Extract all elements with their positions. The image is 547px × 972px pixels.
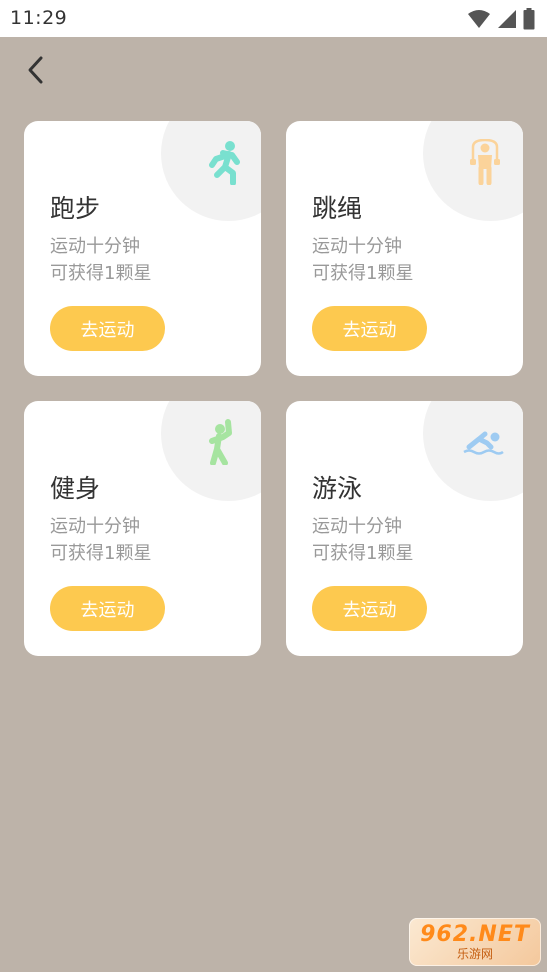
- card-description: 运动十分钟 可获得1颗星: [312, 513, 413, 567]
- card-desc-line: 运动十分钟: [50, 236, 140, 257]
- card-description: 运动十分钟 可获得1颗星: [312, 233, 413, 287]
- card-desc-line: 运动十分钟: [312, 516, 402, 537]
- status-time: 11:29: [10, 7, 68, 29]
- card-desc-line: 可获得1颗星: [50, 263, 152, 284]
- card-description: 运动十分钟 可获得1颗星: [50, 233, 151, 287]
- back-arrow-icon: [28, 56, 43, 84]
- card-fitness: 健身 运动十分钟 可获得1颗星 去运动: [24, 401, 261, 656]
- card-description: 运动十分钟 可获得1颗星: [50, 513, 151, 567]
- watermark-logo-text: 962.NET: [420, 922, 530, 947]
- card-title: 健身: [50, 474, 101, 503]
- go-exercise-button[interactable]: 去运动: [50, 306, 165, 351]
- go-exercise-button[interactable]: 去运动: [50, 586, 165, 631]
- back-button[interactable]: [18, 52, 54, 88]
- card-title: 游泳: [312, 474, 363, 503]
- card-desc-line: 可获得1颗星: [312, 263, 414, 284]
- battery-icon: [523, 8, 535, 30]
- go-exercise-button[interactable]: 去运动: [312, 586, 427, 631]
- fitness-icon: [209, 419, 232, 465]
- status-bar: 11:29: [0, 0, 547, 37]
- watermark-logo: 962.NET 乐游网: [409, 918, 541, 966]
- card-desc-line: 可获得1颗星: [50, 543, 152, 564]
- wifi-icon: [468, 10, 490, 28]
- card-desc-line: 运动十分钟: [50, 516, 140, 537]
- card-title: 跑步: [50, 194, 101, 223]
- running-icon: [209, 141, 240, 185]
- card-swimming: 游泳 运动十分钟 可获得1颗星 去运动: [286, 401, 523, 656]
- jump-rope-icon: [470, 139, 500, 185]
- system-icons: [467, 8, 535, 30]
- card-jump-rope: 跳绳 运动十分钟 可获得1颗星 去运动: [286, 121, 523, 376]
- card-title: 跳绳: [312, 194, 363, 223]
- signal-icon: [498, 10, 516, 28]
- swimming-icon: [463, 431, 504, 455]
- go-exercise-button[interactable]: 去运动: [312, 306, 427, 351]
- card-desc-line: 可获得1颗星: [312, 543, 414, 564]
- watermark-sub-text: 乐游网: [456, 947, 493, 961]
- card-desc-line: 运动十分钟: [312, 236, 402, 257]
- card-running: 跑步 运动十分钟 可获得1颗星 去运动: [24, 121, 261, 376]
